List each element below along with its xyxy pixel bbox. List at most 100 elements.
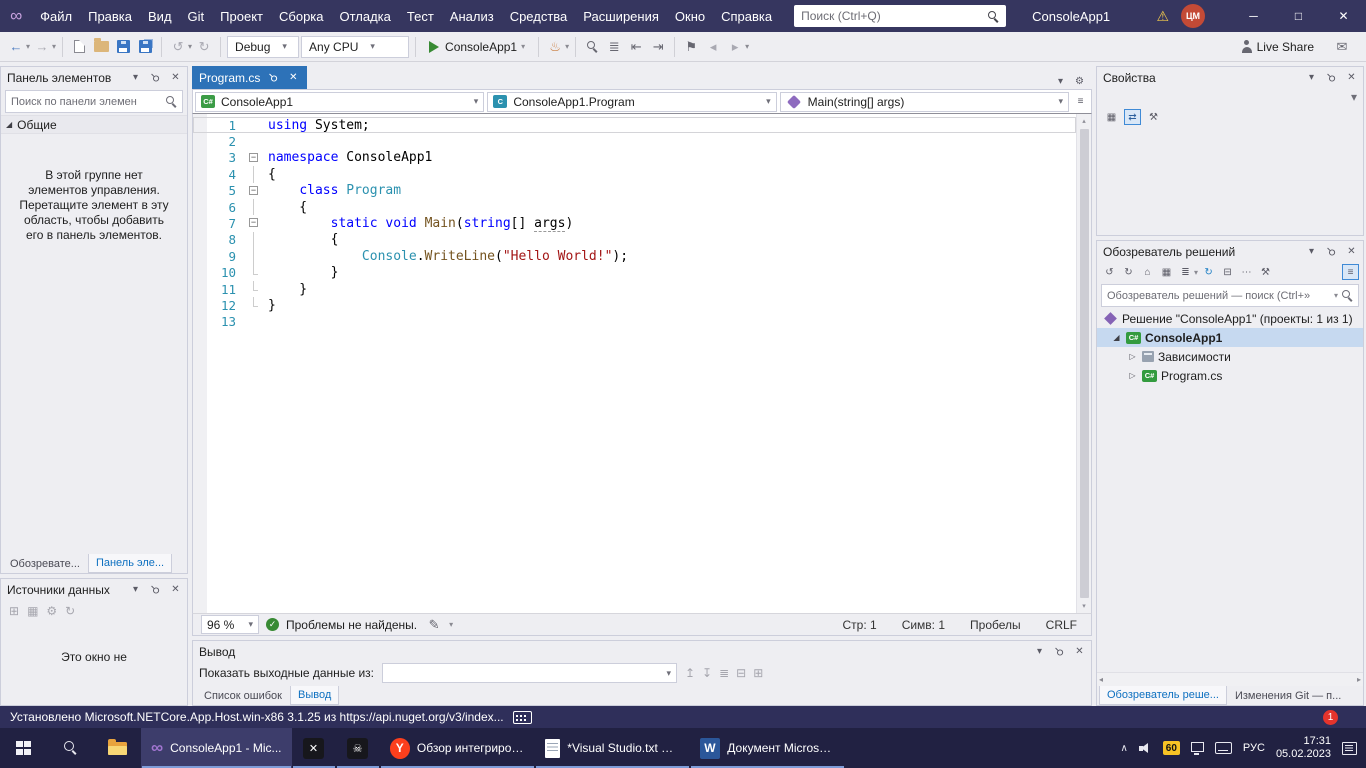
code-line[interactable]: 4{ <box>193 166 1076 182</box>
pin-icon[interactable]: ⚲ <box>1323 244 1340 260</box>
taskbar-app-word[interactable]: W Документ Microso... <box>690 728 845 768</box>
indent-increase-icon[interactable]: ⇥ <box>648 35 668 59</box>
tree-item-program-cs[interactable]: ▷ C# Program.cs <box>1097 366 1363 385</box>
tree-item-solution[interactable]: Решение "ConsoleApp1" (проекты: 1 из 1) <box>1097 309 1363 328</box>
tab-error-list[interactable]: Список ошибок <box>197 686 289 705</box>
collapse-region-icon[interactable]: − <box>249 153 258 162</box>
redo-icon[interactable]: ↻ <box>194 35 214 59</box>
chevron-down-icon[interactable]: ▾ <box>745 42 749 51</box>
chevron-down-icon[interactable]: ▾ <box>1194 268 1198 277</box>
home-icon[interactable]: ⌂ <box>1139 264 1156 280</box>
menu-extensions[interactable]: Расширения <box>575 0 667 32</box>
hidden-icons-chevron[interactable]: ∧ <box>1120 743 1127 754</box>
menu-build[interactable]: Сборка <box>271 0 332 32</box>
toggle-output-icon[interactable]: ⊞ <box>753 666 763 680</box>
chevron-down-icon[interactable]: ▾ <box>565 42 569 51</box>
chevron-down-icon[interactable]: ▾ <box>52 42 56 51</box>
code-cleanup-icon[interactable]: ✎ <box>424 616 444 634</box>
solution-configuration-dropdown[interactable]: Debug ▾ <box>227 36 299 58</box>
tree-item-project[interactable]: ◢ C# ConsoleApp1 <box>1097 328 1363 347</box>
clear-all-icon[interactable]: ⊟ <box>736 666 746 680</box>
scroll-down-icon[interactable]: ▾ <box>1082 599 1086 613</box>
solution-search[interactable]: ▾ <box>1101 284 1359 307</box>
solution-platform-dropdown[interactable]: Any CPU ▾ <box>301 36 409 58</box>
fold-margin[interactable]: − <box>245 150 263 166</box>
network-icon[interactable] <box>1191 742 1204 755</box>
object-selector-dropdown[interactable]: ▾ <box>1097 88 1363 106</box>
taskbar-clock[interactable]: 17:31 05.02.2023 <box>1276 735 1331 761</box>
editor-vertical-scrollbar[interactable]: ▴ ▾ <box>1076 114 1091 613</box>
code-line[interactable]: 2 <box>193 133 1076 149</box>
window-options-icon[interactable]: ⚙ <box>1071 73 1088 89</box>
code-line[interactable]: 1using System; <box>193 117 1076 133</box>
horizontal-scrollbar[interactable]: ◂ ▸ <box>1097 672 1363 686</box>
collapse-region-icon[interactable]: − <box>249 218 258 227</box>
touch-keyboard-icon[interactable] <box>1215 742 1232 754</box>
maximize-button[interactable]: □ <box>1276 0 1321 32</box>
pin-icon[interactable]: ⚲ <box>147 70 164 86</box>
active-files-dropdown-icon[interactable]: ▾ <box>1052 73 1069 89</box>
tab-git-changes[interactable]: Изменения Git — п... <box>1228 686 1348 705</box>
close-icon[interactable]: ✕ <box>167 582 184 598</box>
save-icon[interactable] <box>113 35 133 59</box>
code-line[interactable]: 12} <box>193 297 1076 313</box>
next-message-icon[interactable]: ↧ <box>702 666 712 680</box>
scroll-right-icon[interactable]: ▸ <box>1357 675 1361 684</box>
new-file-icon[interactable] <box>69 35 89 59</box>
show-all-files-icon[interactable]: ⋯ <box>1238 264 1255 280</box>
tab-solution-explorer[interactable]: Обозреватель реше... <box>1099 686 1227 705</box>
configure-icon[interactable]: ⚙ <box>46 604 57 618</box>
menu-window[interactable]: Окно <box>667 0 713 32</box>
taskbar-app-game-1[interactable]: ✕ <box>292 728 336 768</box>
navigate-back-icon[interactable]: ← <box>6 35 26 59</box>
output-source-dropdown[interactable]: ▾ <box>382 663 677 683</box>
type-dropdown[interactable]: C ConsoleApp1.Program ▾ <box>487 92 776 112</box>
window-position-icon[interactable]: ▾ <box>127 70 144 86</box>
menu-tools[interactable]: Средства <box>502 0 576 32</box>
menu-git[interactable]: Git <box>180 0 213 32</box>
code-line[interactable]: 11 } <box>193 281 1076 297</box>
split-window-icon[interactable]: ≡ <box>1072 94 1089 110</box>
quick-search-input[interactable] <box>801 9 988 23</box>
volume-icon[interactable] <box>1139 742 1152 754</box>
document-tab-program-cs[interactable]: Program.cs ⚲ ✕ <box>192 66 307 89</box>
property-pages-icon[interactable]: ⚒ <box>1145 109 1162 125</box>
code-line[interactable]: 10 } <box>193 265 1076 281</box>
menu-test[interactable]: Тест <box>399 0 442 32</box>
menu-analyze[interactable]: Анализ <box>442 0 502 32</box>
back-icon[interactable]: ↺ <box>1101 264 1118 280</box>
expander-closed-icon[interactable]: ▷ <box>1127 371 1138 380</box>
chevron-down-icon[interactable]: ▾ <box>449 620 453 629</box>
line-ending-indicator[interactable]: CRLF <box>1046 618 1077 632</box>
code-line[interactable]: 13 <box>193 314 1076 330</box>
fold-margin[interactable]: − <box>245 215 263 231</box>
pin-icon[interactable]: ⚲ <box>147 582 164 598</box>
tab-server-explorer[interactable]: Обозревате... <box>3 554 87 573</box>
action-center-icon[interactable] <box>1342 742 1357 755</box>
code-line[interactable]: 3−namespace ConsoleApp1 <box>193 150 1076 166</box>
quick-search[interactable] <box>794 5 1006 27</box>
undo-icon[interactable]: ↺ <box>168 35 188 59</box>
close-icon[interactable]: ✕ <box>167 70 184 86</box>
refresh-icon[interactable]: ↻ <box>65 604 75 618</box>
navigate-forward-icon[interactable]: → <box>32 35 52 59</box>
bookmark-icon[interactable]: ⚑ <box>681 35 701 59</box>
next-bookmark-icon[interactable]: ▸ <box>725 35 745 59</box>
health-check-icon[interactable]: ✓ <box>266 618 279 631</box>
data-sources-header[interactable]: Источники данных ▾ ⚲ ✕ <box>1 579 187 600</box>
file-explorer-button[interactable] <box>94 728 141 768</box>
properties-header[interactable]: Свойства ▾ ⚲ ✕ <box>1097 67 1363 88</box>
scrollbar-thumb[interactable] <box>1080 129 1089 598</box>
menu-file[interactable]: Файл <box>32 0 80 32</box>
properties-shortcut-icon[interactable]: ⚒ <box>1257 264 1274 280</box>
tab-toolbox[interactable]: Панель эле... <box>88 554 172 573</box>
taskbar-app-notepad[interactable]: *Visual Studio.txt – ... <box>535 728 690 768</box>
menu-debug[interactable]: Отладка <box>332 0 399 32</box>
battery-indicator[interactable]: 60 <box>1163 741 1180 755</box>
close-icon[interactable]: ✕ <box>286 70 300 86</box>
indentation-indicator[interactable]: Пробелы <box>970 618 1021 632</box>
fold-margin[interactable]: − <box>245 183 263 199</box>
close-icon[interactable]: ✕ <box>1343 244 1360 260</box>
taskbar-search-button[interactable] <box>47 728 94 768</box>
scroll-up-icon[interactable]: ▴ <box>1082 114 1086 128</box>
